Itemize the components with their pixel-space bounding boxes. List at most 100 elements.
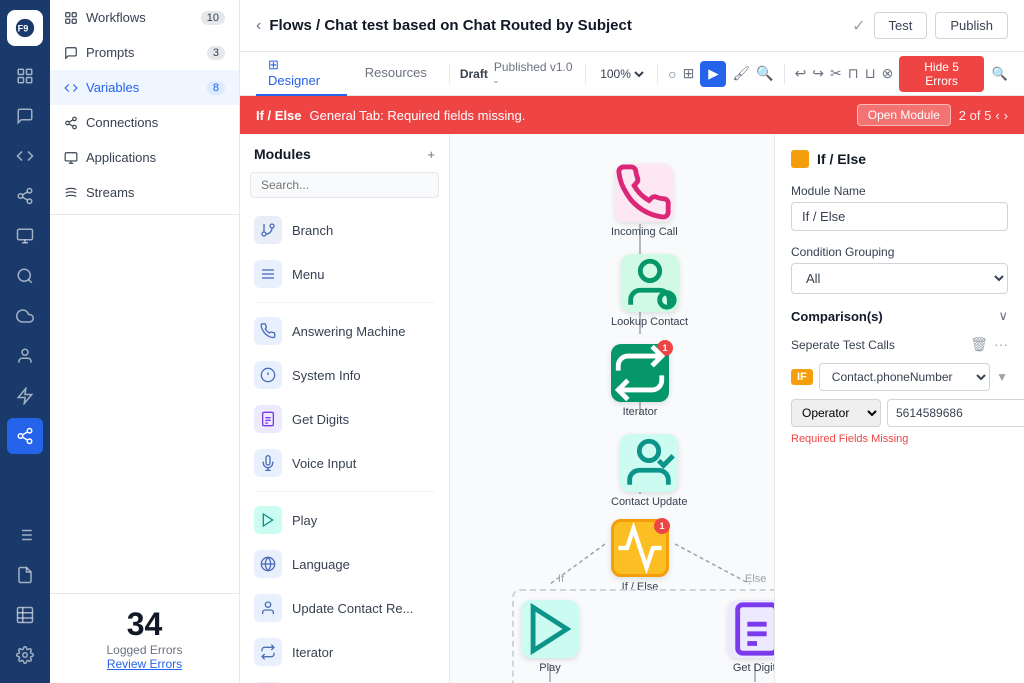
trash-icon[interactable]: 🗑 (970, 336, 988, 353)
error-nav-info: 2 of 5 (959, 108, 992, 123)
required-fields-error: Required Fields Missing (791, 433, 1008, 445)
modules-search (250, 172, 439, 198)
sidebar-item-workflows[interactable]: Workflows 10 (50, 0, 239, 35)
separate-test-actions: 🗑 ··· (970, 336, 1008, 353)
module-item-get-digits[interactable]: Get Digits (240, 397, 449, 441)
hide-errors-button[interactable]: Hide 5 Errors (899, 56, 983, 92)
sidebar-item-search-icon[interactable] (7, 258, 43, 294)
error-next-button[interactable]: › (1004, 108, 1008, 123)
sidebar-item-flow-icon[interactable] (7, 418, 43, 454)
sidebar-item-workflows-icon[interactable] (7, 58, 43, 94)
cut-icon[interactable]: ✂ (830, 65, 842, 82)
app-logo[interactable]: F9 (7, 10, 43, 46)
grid-icon[interactable]: ⊞ (683, 65, 695, 82)
test-button[interactable]: Test (874, 12, 928, 39)
value-input[interactable] (887, 399, 1024, 427)
answering-machine-label: Answering Machine (292, 324, 405, 339)
paste-icon[interactable]: ⊔ (865, 65, 876, 82)
error-banner-left: If / Else General Tab: Required fields m… (256, 108, 525, 123)
node-lookup-contact[interactable]: Lookup Contact (611, 254, 688, 328)
sidebar-item-settings-icon[interactable] (7, 637, 43, 673)
comparisons-toggle[interactable]: ∨ (998, 308, 1008, 324)
undo-icon[interactable]: ↩ (795, 65, 807, 82)
module-item-update-contact[interactable]: Update Contact Re... (240, 586, 449, 630)
iterator-badge: 1 (657, 340, 673, 356)
search-button[interactable]: 🔍 (992, 66, 1008, 82)
open-module-button[interactable]: Open Module (857, 104, 951, 126)
update-contact-icon (254, 594, 282, 622)
modules-add-icon[interactable]: + (427, 147, 435, 162)
page-title: Flows / Chat test based on Chat Routed b… (269, 17, 844, 34)
sidebar-item-diagram-icon[interactable] (7, 597, 43, 633)
sidebar-item-applications-icon[interactable] (7, 218, 43, 254)
node-incoming-call[interactable]: Incoming Call (611, 164, 678, 238)
modules-panel: Modules + Branch Menu (240, 134, 450, 683)
sidebar-item-prompts-icon[interactable] (7, 98, 43, 134)
sidebar-workflows-label: Workflows (86, 10, 146, 25)
node-contact-update[interactable]: Contact Update (611, 434, 687, 508)
svg-text:Else: Else (745, 573, 766, 585)
publish-button[interactable]: Publish (935, 12, 1008, 39)
sidebar-item-prompts[interactable]: Prompts 3 (50, 35, 239, 70)
module-item-iterator[interactable]: Iterator (240, 630, 449, 674)
canvas[interactable]: If Else Incoming Call (450, 134, 774, 683)
more-icon[interactable]: ··· (994, 336, 1008, 353)
contact-update-label: Contact Update (611, 496, 687, 508)
sidebar-item-streams[interactable]: Streams (50, 175, 239, 210)
sidebar-item-connections-icon[interactable] (7, 178, 43, 214)
brush-icon[interactable]: 🖌 (732, 65, 750, 82)
delete-icon[interactable]: ⊗ (882, 65, 894, 82)
modules-search-input[interactable] (250, 172, 439, 198)
logged-errors-label: Logged Errors (64, 643, 225, 657)
sidebar-item-user-icon[interactable] (7, 338, 43, 374)
circle-icon[interactable]: ○ (668, 66, 676, 82)
zoom-select[interactable]: 100% 75% 125% (596, 66, 647, 82)
menu-icon (254, 260, 282, 288)
play-button[interactable]: ▶ (700, 61, 726, 87)
node-get-digits[interactable]: Get Digits (728, 600, 774, 674)
condition-grouping-select[interactable]: All Any (791, 263, 1008, 294)
value-row: Operator = != contains (791, 399, 1008, 427)
icon-bar: F9 (0, 0, 50, 683)
sidebar-item-applications[interactable]: Applications (50, 140, 239, 175)
sidebar-item-lightning-icon[interactable] (7, 378, 43, 414)
sidebar-item-variables[interactable]: Variables 8 (50, 70, 239, 105)
system-info-label: System Info (292, 368, 361, 383)
operator-select[interactable]: Operator = != contains (791, 399, 881, 427)
node-iterator[interactable]: 1 Iterator (611, 344, 669, 418)
module-item-answering-machine[interactable]: Answering Machine (240, 309, 449, 353)
redo-icon[interactable]: ↪ (812, 65, 824, 82)
node-if-else-main[interactable]: 1 If / Else (611, 519, 669, 593)
module-name-field: Module Name (791, 184, 1008, 231)
error-banner-right: Open Module 2 of 5 ‹ › (857, 104, 1008, 126)
draft-badge: Draft (460, 67, 488, 81)
module-item-language[interactable]: Language (240, 542, 449, 586)
module-item-menu[interactable]: Menu (240, 252, 449, 296)
copy-icon[interactable]: ⊓ (848, 65, 859, 82)
get-digits-icon (254, 405, 282, 433)
sidebar-item-connections[interactable]: Connections (50, 105, 239, 140)
iterator-node-label: Iterator (623, 406, 658, 418)
module-item-system-info[interactable]: System Info (240, 353, 449, 397)
tab-resources[interactable]: Resources (353, 59, 439, 88)
sidebar-item-variables-icon[interactable] (7, 138, 43, 174)
module-item-play[interactable]: Play (240, 498, 449, 542)
node-play[interactable]: Play (521, 600, 579, 674)
toolbar: ⊞ Designer Resources Draft Published v1.… (240, 52, 1024, 96)
sidebar-variables-label: Variables (86, 80, 139, 95)
sidebar-item-cloud-icon[interactable] (7, 298, 43, 334)
module-item-voice-input[interactable]: Voice Input (240, 441, 449, 485)
error-prev-button[interactable]: ‹ (995, 108, 999, 123)
module-item-branch[interactable]: Branch (240, 208, 449, 252)
zoom-icon[interactable]: 🔍 (756, 65, 773, 82)
condition-grouping-label: Condition Grouping (791, 245, 1008, 259)
module-name-input[interactable] (791, 202, 1008, 231)
contact-field-select[interactable]: Contact.phoneNumber (819, 363, 990, 391)
review-errors-link[interactable]: Review Errors (64, 657, 225, 671)
play-node-label: Play (539, 662, 560, 674)
back-button[interactable]: ‹ (256, 17, 261, 35)
module-item-foreign-script[interactable]: Foreign Script (240, 674, 449, 683)
sidebar-item-page-icon[interactable] (7, 557, 43, 593)
tab-designer[interactable]: ⊞ Designer (256, 51, 347, 96)
sidebar-item-list-icon[interactable] (7, 517, 43, 553)
